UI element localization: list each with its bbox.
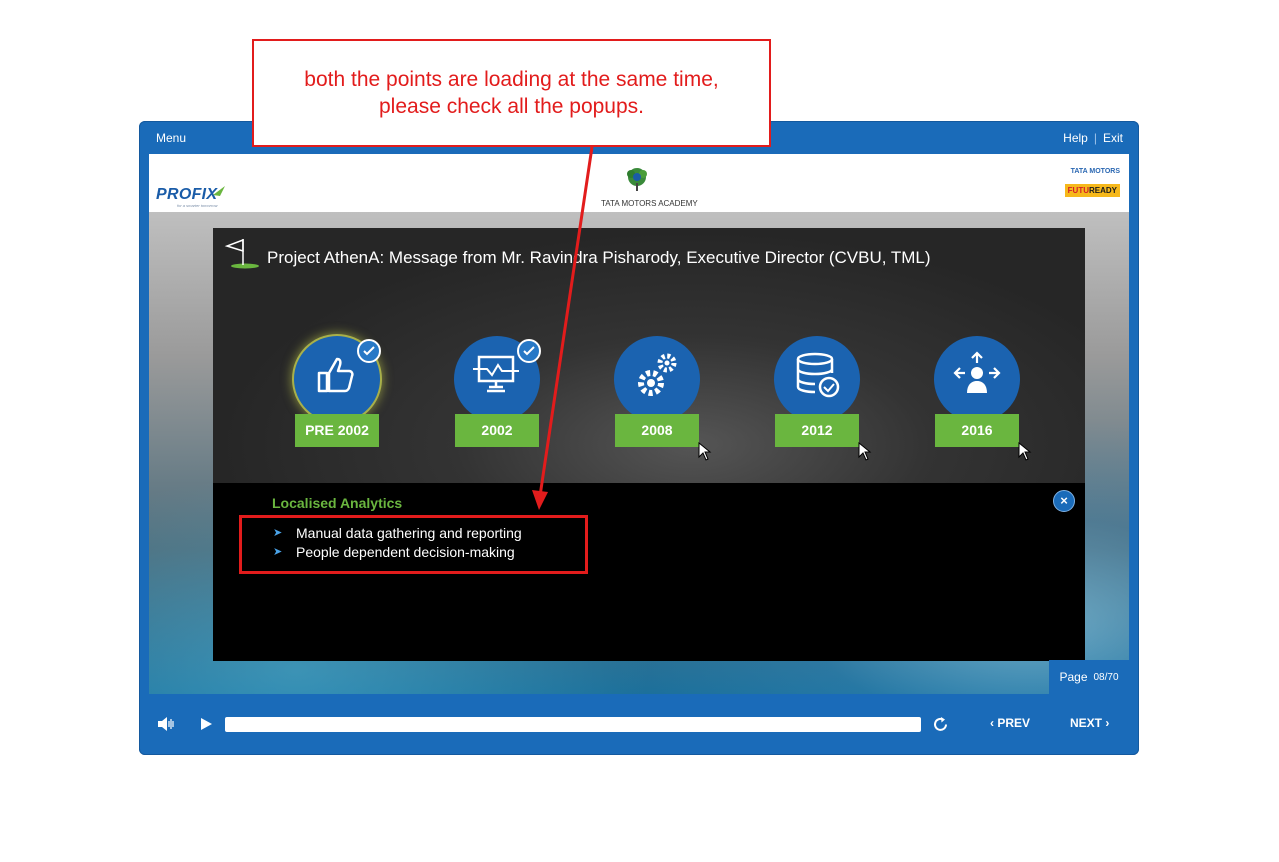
review-annotation-box: both the points are loading at the same … xyxy=(252,39,771,147)
tata-motors-logo: TATA MOTORS xyxy=(1070,168,1120,175)
year-button-2002[interactable]: 2002 xyxy=(455,414,539,447)
mouse-cursor-icon xyxy=(698,442,712,461)
replay-icon[interactable] xyxy=(932,716,949,733)
person-arrows-icon xyxy=(953,351,1001,393)
visited-check-icon xyxy=(357,339,381,363)
annotation-highlight-box xyxy=(239,515,588,574)
header-band: PROFIX for a smarter tomorrow TATA MOTOR… xyxy=(149,154,1129,212)
slide-content: Project AthenA: Message from Mr. Ravindr… xyxy=(213,228,1085,661)
monitor-chart-icon xyxy=(473,355,519,393)
next-button[interactable]: NEXT › xyxy=(1070,716,1109,730)
exit-link[interactable]: Exit xyxy=(1103,131,1123,145)
milestone-circle xyxy=(934,336,1020,422)
annotation-line-1: both the points are loading at the same … xyxy=(304,68,719,91)
mouse-cursor-icon xyxy=(858,442,872,461)
visited-check-icon xyxy=(517,339,541,363)
milestone-circle xyxy=(774,336,860,422)
milestone-2012[interactable]: 2012 xyxy=(774,336,872,461)
milestone-pre-2002[interactable]: PRE 2002 xyxy=(294,336,381,448)
slide-title: Project AthenA: Message from Mr. Ravindr… xyxy=(267,248,931,267)
annotation-line-2: please check all the popups. xyxy=(378,95,644,118)
page-label: Page xyxy=(1059,670,1088,684)
prev-label: PREV xyxy=(997,716,1031,730)
progress-bar[interactable] xyxy=(225,717,921,732)
slide-stage: Project AthenA: Message from Mr. Ravindr… xyxy=(149,212,1129,694)
database-check-icon xyxy=(796,352,840,398)
play-icon[interactable] xyxy=(199,717,213,731)
golf-flag-icon xyxy=(224,238,259,269)
profix-swoosh-icon xyxy=(213,186,225,196)
player-controls: ‹ PREV NEXT › xyxy=(139,706,1139,742)
academy-logo: TATA MOTORS ACADEMY xyxy=(601,166,698,208)
year-button-pre-2002[interactable]: PRE 2002 xyxy=(295,414,379,447)
popup-title: Localised Analytics xyxy=(272,495,403,511)
futuready-logo: FUTUREADY xyxy=(1064,184,1120,197)
page-number: 08/70 xyxy=(1093,671,1119,683)
profix-tagline: for a smarter tomorrow xyxy=(177,203,218,208)
milestone-2002[interactable]: 2002 xyxy=(454,336,541,448)
page-indicator: Page 08/70 xyxy=(1049,660,1129,694)
year-button-2012[interactable]: 2012 xyxy=(775,414,859,447)
milestone-circle xyxy=(614,336,700,422)
milestone-2008[interactable]: 2008 xyxy=(614,336,712,461)
course-player: Menu Help | Exit PROFIX for a smarter to… xyxy=(139,121,1139,755)
tree-icon xyxy=(627,168,647,191)
prev-button[interactable]: ‹ PREV xyxy=(990,716,1030,730)
mouse-cursor-icon xyxy=(1018,442,1032,461)
futuready-part-b: READY xyxy=(1088,186,1117,195)
thumbs-up-icon xyxy=(317,357,354,393)
year-button-2008[interactable]: 2008 xyxy=(615,414,699,447)
topbar-right-links: Help | Exit xyxy=(1063,131,1123,145)
gears-icon xyxy=(638,353,677,396)
year-button-2016[interactable]: 2016 xyxy=(935,414,1019,447)
futuready-part-a: FUTU xyxy=(1067,186,1089,195)
academy-label: TATA MOTORS ACADEMY xyxy=(601,199,698,208)
milestone-2016[interactable]: 2016 xyxy=(934,336,1032,461)
chevron-right-icon: › xyxy=(1102,716,1110,730)
separator: | xyxy=(1093,131,1097,145)
menu-link[interactable]: Menu xyxy=(156,131,186,145)
profix-logo: PROFIX xyxy=(156,186,218,203)
close-icon[interactable]: × xyxy=(1053,490,1075,512)
volume-icon[interactable] xyxy=(157,716,175,732)
help-link[interactable]: Help xyxy=(1063,131,1088,145)
next-label: NEXT xyxy=(1070,716,1103,730)
